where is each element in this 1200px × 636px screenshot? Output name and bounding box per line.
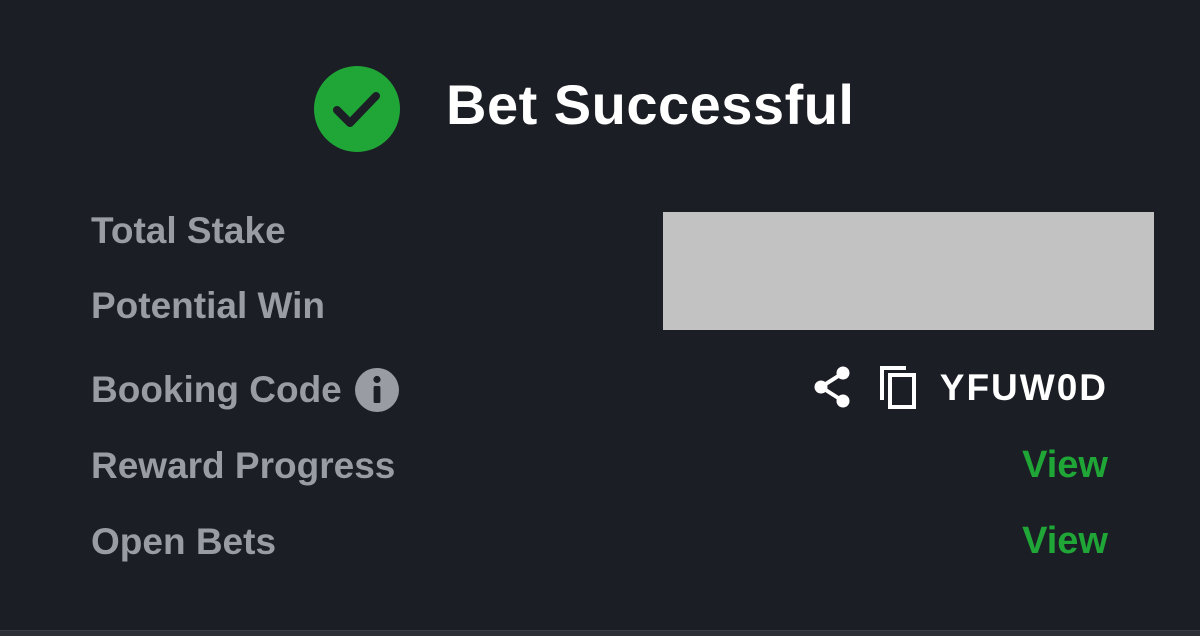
reward-progress-view-link[interactable]: View [1022,446,1108,484]
dialog-header: Bet Successful [314,66,855,152]
bet-success-dialog: Bet Successful Total Stake Potential Win… [0,0,1200,630]
booking-code-value[interactable]: YFUW0D [940,369,1108,406]
dialog-title: Bet Successful [446,73,855,136]
reward-progress-label: Reward Progress [91,445,396,486]
share-icon[interactable] [810,364,854,410]
bottom-divider [0,630,1200,636]
potential-win-label: Potential Win [91,285,325,326]
info-icon[interactable] [354,368,399,412]
booking-code-actions: YFUW0D [810,362,1108,412]
open-bets-label: Open Bets [91,521,277,562]
total-stake-label: Total Stake [91,210,286,251]
open-bets-view-link[interactable]: View [1022,522,1108,560]
copy-icon[interactable] [878,364,918,410]
check-circle-icon [314,66,400,152]
redacted-amounts [663,212,1154,330]
booking-code-row-label: Booking Code [91,367,399,412]
booking-code-label: Booking Code [91,368,342,410]
